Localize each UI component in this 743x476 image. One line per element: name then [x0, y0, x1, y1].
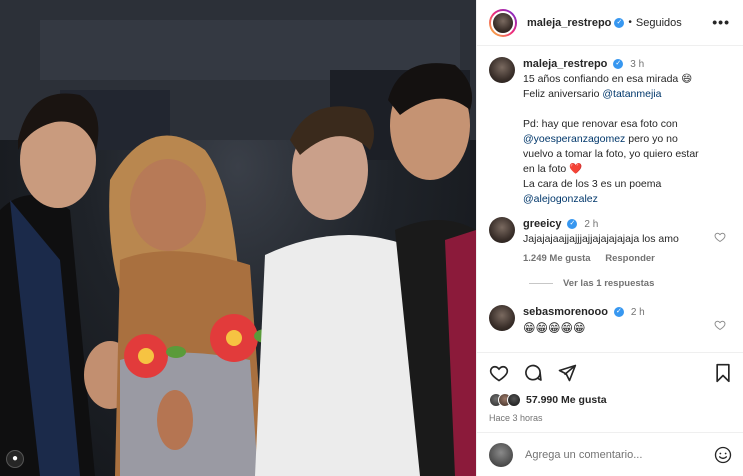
commenter-username[interactable]: greeicy: [523, 218, 562, 230]
caption-line: vuelvo a tomar la foto, yo quiero estar: [523, 148, 699, 160]
author-username[interactable]: maleja_restrepo: [527, 17, 611, 29]
caption-line: La cara de los 3 es un poema: [523, 178, 662, 190]
caption-line: 15 años confiando en esa mirada 😄: [523, 73, 693, 85]
caption-line: Feliz aniversario: [523, 88, 603, 100]
comment-likes[interactable]: 1.249 Me gusta: [523, 253, 591, 264]
send-icon[interactable]: [557, 363, 577, 383]
mention-link[interactable]: @alejogonzalez: [523, 193, 598, 205]
comment-input[interactable]: [525, 448, 695, 461]
comment-text: 😁😁😁😁😁: [523, 321, 586, 335]
heart-emoji: ❤️: [569, 163, 583, 175]
heart-icon[interactable]: [489, 363, 509, 383]
comment-time: 2 h: [630, 307, 645, 318]
mention-link[interactable]: @yoesperanzagomez: [523, 133, 625, 145]
comment-time: 2 h: [584, 219, 599, 230]
caption-line: Pd: hay que renovar esa foto con: [523, 118, 678, 130]
caption-line: en la foto: [523, 163, 570, 175]
liker-avatar: [507, 393, 521, 407]
separator-dot: •: [628, 17, 632, 28]
commenter-avatar[interactable]: [489, 305, 515, 331]
bookmark-icon[interactable]: [714, 363, 732, 383]
tagged-users-icon[interactable]: ●: [6, 450, 24, 468]
caption-author-username[interactable]: maleja_restrepo: [523, 58, 607, 70]
post-timestamp: Hace 3 horas: [489, 413, 543, 423]
follow-status-button[interactable]: Seguidos: [636, 17, 682, 29]
divider-line: [529, 283, 553, 284]
reply-button[interactable]: Responder: [605, 253, 655, 264]
comments-section[interactable]: maleja_restrepo ✓ 3 h 15 años confiando …: [477, 47, 743, 352]
caption: maleja_restrepo ✓ 3 h 15 años confiando …: [489, 57, 732, 207]
post-header: maleja_restrepo ✓ • Seguidos •••: [477, 0, 743, 46]
view-replies-label: Ver las 1 respuestas: [563, 278, 655, 289]
current-user-avatar: [489, 442, 513, 467]
verified-icon: ✓: [614, 17, 625, 28]
verified-icon: ✓: [613, 307, 624, 318]
likes-count[interactable]: 57.990 Me gusta: [526, 394, 607, 406]
post-photo[interactable]: ●: [0, 0, 476, 476]
post-photo-illustration: [0, 0, 476, 476]
view-replies-button[interactable]: Ver las 1 respuestas: [529, 278, 732, 289]
likes-row[interactable]: 57.990 Me gusta: [489, 393, 732, 407]
verified-icon: ✓: [613, 59, 624, 70]
comment-like-heart-icon[interactable]: [714, 319, 726, 334]
caption-line: pero yo no: [625, 133, 678, 145]
comment-text: Jajajajaajjajjjajjajajajajaja los amo: [523, 233, 679, 245]
commenter-avatar[interactable]: [489, 217, 515, 243]
verified-icon: ✓: [567, 219, 578, 230]
commenter-username[interactable]: sebasmorenooo: [523, 306, 608, 318]
emoji-icon[interactable]: [714, 446, 732, 464]
mention-link[interactable]: @tatanmejia: [602, 88, 661, 100]
caption-author-avatar[interactable]: [489, 57, 515, 83]
add-comment-bar: [477, 432, 743, 476]
post-panel: maleja_restrepo ✓ • Seguidos ••• maleja_…: [476, 0, 743, 476]
author-avatar[interactable]: [489, 8, 517, 37]
comment: sebasmorenooo ✓ 2 h 😁😁😁😁😁: [489, 305, 732, 336]
comment-like-heart-icon[interactable]: [714, 231, 726, 246]
comment: greeicy ✓ 2 h Jajajajaajjajjjajjajajajaj…: [489, 217, 732, 264]
comment-icon[interactable]: [523, 363, 543, 383]
action-bar: 57.990 Me gusta Hace 3 horas: [477, 352, 743, 432]
more-horizontal-icon[interactable]: •••: [712, 14, 730, 30]
caption-time: 3 h: [630, 59, 645, 70]
